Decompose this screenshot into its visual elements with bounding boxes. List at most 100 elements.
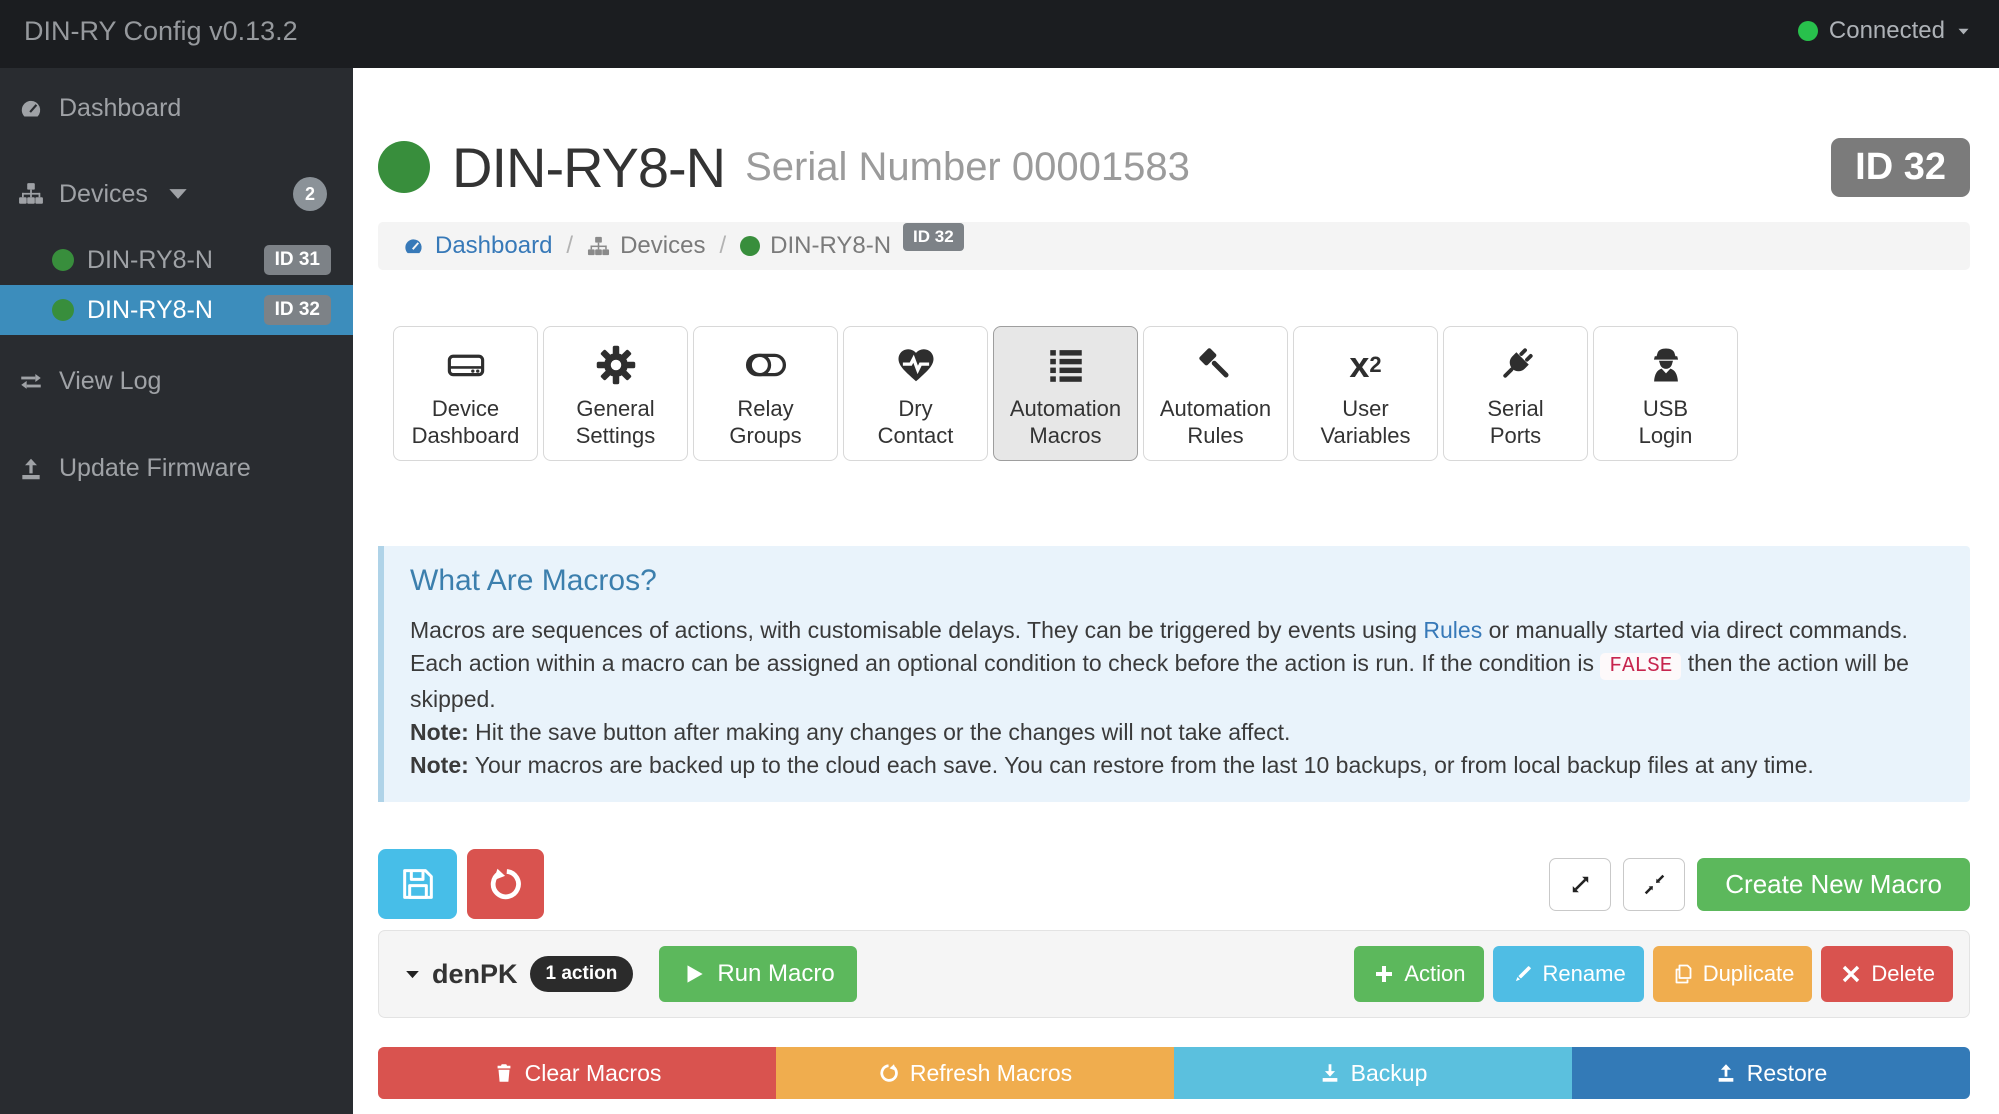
refresh-macros-button[interactable]: Refresh Macros: [776, 1047, 1174, 1099]
sidebar-item-dashboard[interactable]: Dashboard: [0, 84, 353, 133]
device-header: DIN-RY8-N Serial Number 00001583 ID 32: [378, 135, 1970, 199]
macro-toolbar: Create New Macro: [378, 849, 1970, 919]
backup-button[interactable]: Backup: [1174, 1047, 1572, 1099]
tab-automation-macros[interactable]: AutomationMacros: [993, 326, 1138, 461]
breadcrumb-id-badge: ID 32: [903, 223, 964, 251]
gear-icon: [595, 339, 637, 391]
copy-icon: [1671, 962, 1695, 986]
sitemap-icon: [587, 235, 610, 258]
tab-usb-login[interactable]: USBLogin: [1593, 326, 1738, 461]
breadcrumb-separator: /: [719, 232, 726, 260]
save-icon: [398, 864, 438, 904]
heartbeat-icon: [895, 339, 937, 391]
play-icon: [681, 961, 707, 987]
x-icon: [1839, 962, 1863, 986]
macro-action-count-badge: 1 action: [530, 956, 634, 992]
info-note-2: Note: Your macros are backed up to the c…: [410, 749, 1944, 782]
breadcrumb-current-device: DIN-RY8-N ID 32: [740, 232, 964, 260]
app-window: DIN-RY Config v0.13.2 Connected Dashboar…: [0, 0, 1999, 1114]
gavel-icon: [1195, 339, 1237, 391]
page-title: DIN-RY8-N: [452, 135, 725, 200]
sidebar-item-device-id32[interactable]: DIN-RY8-N ID 32: [0, 285, 353, 335]
connected-status-dot-icon: [1798, 21, 1818, 41]
run-macro-button[interactable]: Run Macro: [659, 946, 856, 1002]
view-log-label: View Log: [59, 367, 161, 396]
macros-info-box: What Are Macros? Macros are sequences of…: [378, 546, 1970, 802]
tab-device-dashboard[interactable]: DeviceDashboard: [393, 326, 538, 461]
save-button[interactable]: [378, 849, 457, 919]
breadcrumb-device-label: DIN-RY8-N: [770, 232, 891, 260]
device-id-badge: ID 32: [1831, 138, 1970, 197]
hdd-icon: [445, 339, 487, 391]
refresh-icon: [878, 1062, 900, 1084]
sidebar-item-device-id31[interactable]: DIN-RY8-N ID 31: [0, 235, 353, 285]
gauge-icon: [18, 96, 44, 122]
serial-number-label: Serial Number 00001583: [745, 145, 1190, 190]
sidebar-dashboard-label: Dashboard: [59, 94, 181, 123]
tab-dry-contact[interactable]: DryContact: [843, 326, 988, 461]
tab-relay-groups[interactable]: RelayGroups: [693, 326, 838, 461]
upload-icon: [18, 456, 44, 482]
sidebar-item-devices[interactable]: Devices 2: [0, 167, 353, 221]
status-dot-icon: [740, 236, 760, 256]
app-title: DIN-RY Config v0.13.2: [24, 16, 298, 47]
expand-icon: [1568, 872, 1593, 897]
caret-down-icon: [1956, 24, 1971, 39]
macro-name: denPK: [432, 959, 518, 990]
upload-icon: [1715, 1062, 1737, 1084]
device-id-badge: ID 31: [264, 245, 331, 275]
plug-icon: [1495, 339, 1537, 391]
sidebar-devices-label: Devices: [59, 180, 148, 209]
create-new-macro-button[interactable]: Create New Macro: [1697, 858, 1970, 911]
connection-status-dropdown[interactable]: Connected: [1798, 17, 1971, 45]
duplicate-button[interactable]: Duplicate: [1653, 946, 1813, 1002]
device-id-badge: ID 32: [264, 295, 331, 325]
add-action-button[interactable]: Action: [1354, 946, 1483, 1002]
expand-all-button[interactable]: [1549, 858, 1611, 911]
download-icon: [1319, 1062, 1341, 1084]
rules-link[interactable]: Rules: [1423, 617, 1482, 643]
collapse-all-button[interactable]: [1623, 858, 1685, 911]
status-dot-icon: [52, 249, 74, 271]
trash-icon: [493, 1062, 515, 1084]
top-bar: DIN-RY Config v0.13.2 Connected: [0, 0, 1999, 68]
tab-general-settings[interactable]: GeneralSettings: [543, 326, 688, 461]
device-name-label: DIN-RY8-N: [87, 246, 213, 275]
breadcrumb: Dashboard / Devices / DIN-RY8-N ID 32: [378, 222, 1970, 270]
sidebar-item-update-firmware[interactable]: Update Firmware: [0, 444, 353, 493]
caret-down-icon[interactable]: [403, 965, 422, 984]
breadcrumb-dashboard-label: Dashboard: [435, 232, 552, 260]
macro-footer-buttons: Clear Macros Refresh Macros Backup Resto…: [378, 1047, 1970, 1099]
main-content: DIN-RY8-N Serial Number 00001583 ID 32 D…: [353, 68, 1999, 1114]
restore-button[interactable]: Restore: [1572, 1047, 1970, 1099]
tab-user-variables[interactable]: x2 UserVariables: [1293, 326, 1438, 461]
rename-button[interactable]: Rename: [1493, 946, 1644, 1002]
status-dot-icon: [52, 299, 74, 321]
connection-status-label: Connected: [1829, 17, 1945, 45]
pencil-icon: [1511, 962, 1535, 986]
device-tabs: DeviceDashboard GeneralSettings RelayGro…: [393, 326, 1970, 461]
breadcrumb-separator: /: [566, 232, 573, 260]
breadcrumb-devices-label: Devices: [620, 232, 705, 260]
plus-icon: [1372, 962, 1396, 986]
info-paragraph: Macros are sequences of actions, with cu…: [410, 614, 1944, 716]
list-icon: [1045, 339, 1087, 391]
status-dot-icon: [378, 141, 430, 193]
caret-down-icon: [165, 181, 191, 207]
breadcrumb-dashboard[interactable]: Dashboard: [402, 232, 552, 260]
toggle-icon: [745, 339, 787, 391]
sidebar: Dashboard Devices 2 DIN-RY8-N ID 31 DIN-…: [0, 68, 353, 1114]
exchange-icon: [18, 369, 44, 395]
delete-button[interactable]: Delete: [1821, 946, 1953, 1002]
tab-serial-ports[interactable]: SerialPorts: [1443, 326, 1588, 461]
update-firmware-label: Update Firmware: [59, 454, 251, 483]
devices-count-badge: 2: [293, 177, 327, 211]
clear-macros-button[interactable]: Clear Macros: [378, 1047, 776, 1099]
sidebar-item-view-log[interactable]: View Log: [0, 357, 353, 406]
x2-icon: x2: [1349, 339, 1381, 391]
tab-automation-rules[interactable]: AutomationRules: [1143, 326, 1288, 461]
undo-button[interactable]: [467, 849, 544, 919]
spy-icon: [1645, 339, 1687, 391]
undo-icon: [487, 865, 525, 903]
breadcrumb-devices[interactable]: Devices: [587, 232, 705, 260]
